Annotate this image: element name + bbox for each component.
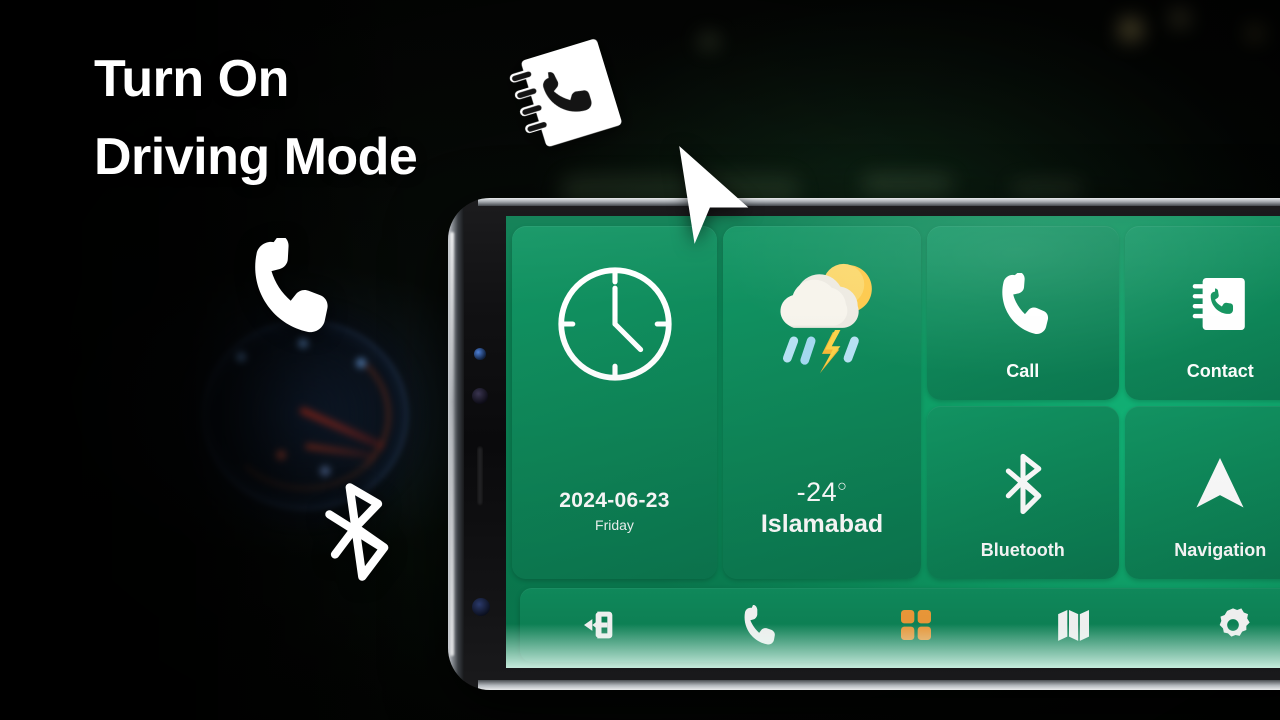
clock-date: 2024-06-23 bbox=[559, 489, 670, 512]
headline: Turn On Driving Mode bbox=[94, 40, 418, 196]
headline-line-2: Driving Mode bbox=[94, 128, 418, 186]
bluetooth-icon bbox=[310, 480, 402, 584]
weather-widget[interactable]: -24○ Islamabad bbox=[723, 226, 921, 579]
proximity-sensor bbox=[472, 388, 488, 404]
weather-city: Islamabad bbox=[760, 510, 884, 538]
phone-screen: 2024-06-23 Friday -24○ Islamabad Call Co… bbox=[506, 216, 1280, 668]
apps-grid-icon bbox=[900, 610, 931, 640]
contact-book-icon bbox=[1192, 278, 1246, 331]
storm-cloud-sun-icon bbox=[780, 263, 872, 374]
temperature-value: -24 bbox=[796, 477, 838, 507]
clock-day: Friday bbox=[595, 517, 634, 533]
earpiece-speaker bbox=[477, 446, 483, 506]
nav-item-phone[interactable] bbox=[730, 597, 786, 653]
nav-item-apps[interactable] bbox=[888, 597, 944, 653]
degree-symbol: ○ bbox=[837, 478, 848, 495]
nav-item-exit[interactable] bbox=[571, 597, 627, 653]
phone-bottom-rail bbox=[478, 680, 1280, 690]
smartphone-mockup: 2024-06-23 Friday -24○ Islamabad Call Co… bbox=[448, 198, 1280, 690]
home-button bbox=[472, 598, 490, 616]
bluetooth-icon bbox=[1005, 453, 1042, 514]
app-tile-label: Call bbox=[1006, 360, 1040, 381]
app-tile-bluetooth[interactable]: Bluetooth bbox=[927, 405, 1119, 579]
widgets-row: 2024-06-23 Friday -24○ Islamabad Call Co… bbox=[512, 226, 1280, 579]
app-tile-contact[interactable]: Contact bbox=[1124, 226, 1280, 400]
clock-widget[interactable]: 2024-06-23 Friday bbox=[512, 226, 717, 579]
app-tile-label: Navigation bbox=[1174, 540, 1267, 560]
gear-icon bbox=[1219, 608, 1250, 637]
navigation-arrow-icon bbox=[1196, 457, 1244, 508]
phone-icon bbox=[744, 605, 775, 645]
phone-body: 2024-06-23 Friday -24○ Islamabad Call Co… bbox=[448, 198, 1280, 690]
front-camera bbox=[474, 348, 486, 360]
headline-line-1: Turn On bbox=[94, 50, 289, 108]
analog-clock-icon bbox=[557, 267, 672, 381]
exit-icon bbox=[584, 611, 613, 639]
phone-top-rail bbox=[478, 198, 1280, 206]
map-icon bbox=[1058, 610, 1090, 641]
app-tile-label: Contact bbox=[1186, 360, 1254, 381]
app-tile-navigation[interactable]: Navigation bbox=[1124, 405, 1280, 579]
nav-item-settings[interactable] bbox=[1205, 597, 1261, 653]
app-tile-label: Bluetooth bbox=[980, 540, 1065, 560]
phone-edge-highlight bbox=[450, 232, 454, 656]
weather-temperature: -24○ bbox=[761, 477, 883, 508]
phone-handset-icon bbox=[238, 234, 334, 334]
phone-call-icon bbox=[1002, 273, 1048, 335]
navigation-cursor-icon bbox=[660, 138, 756, 250]
bottom-navigation-bar bbox=[520, 588, 1280, 662]
app-tile-call[interactable]: Call bbox=[927, 226, 1119, 400]
nav-item-map[interactable] bbox=[1046, 597, 1102, 653]
app-tiles-grid: Call Contact Bluetooth Navigation bbox=[927, 226, 1280, 579]
